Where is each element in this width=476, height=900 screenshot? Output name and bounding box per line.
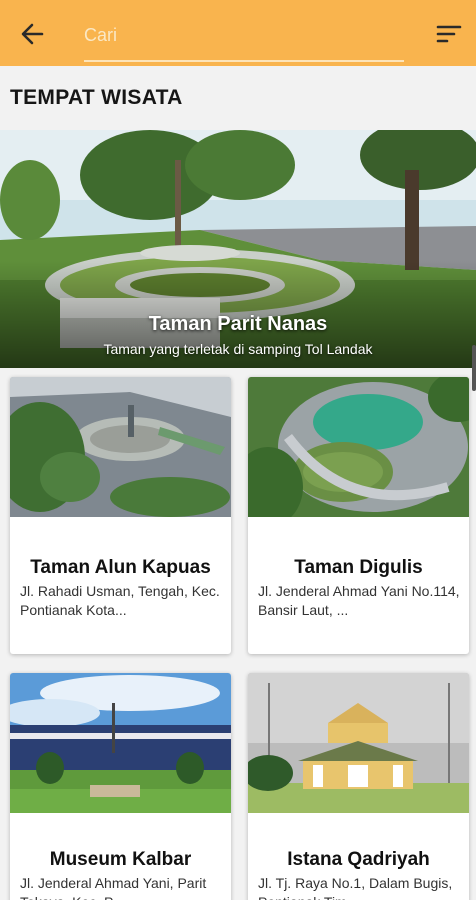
place-name: Museum Kalbar [49, 849, 192, 870]
place-address: Jl. Rahadi Usman, Tengah, Kec. Pontianak… [20, 583, 220, 618]
search-underline [84, 60, 404, 62]
featured-subtitle: Taman yang terletak di samping Tol Landa… [103, 341, 373, 357]
place-image [10, 377, 231, 517]
place-address: Jl. Jenderal Ahmad Yani, Parit Tokaya, K… [20, 875, 207, 900]
place-card[interactable]: Taman Digulis Jl. Jenderal Ahmad Yani No… [248, 377, 469, 654]
place-card[interactable]: Taman Alun Kapuas Jl. Rahadi Usman, Teng… [10, 377, 231, 654]
place-name: Istana Qadriyah [287, 849, 430, 870]
place-name: Taman Digulis [294, 557, 423, 578]
place-address: Jl. Tj. Raya No.1, Dalam Bugis, Pontiana… [258, 875, 453, 900]
sort-icon[interactable] [436, 22, 462, 46]
search-input[interactable] [84, 18, 402, 52]
place-name: Taman Alun Kapuas [30, 557, 211, 578]
scrollbar[interactable] [472, 345, 476, 391]
place-address: Jl. Jenderal Ahmad Yani No.114, Bansir L… [258, 583, 460, 618]
featured-title: Taman Parit Nanas [148, 313, 328, 335]
place-card[interactable]: Istana Qadriyah Jl. Tj. Raya No.1, Dalam… [248, 673, 469, 900]
arrow-left-icon[interactable] [18, 20, 48, 48]
place-image [10, 673, 231, 813]
section-title: TEMPAT WISATA [10, 86, 183, 109]
app-bar [0, 0, 476, 66]
place-image [248, 673, 469, 813]
place-image [248, 377, 469, 517]
place-card[interactable]: Museum Kalbar Jl. Jenderal Ahmad Yani, P… [10, 673, 231, 900]
